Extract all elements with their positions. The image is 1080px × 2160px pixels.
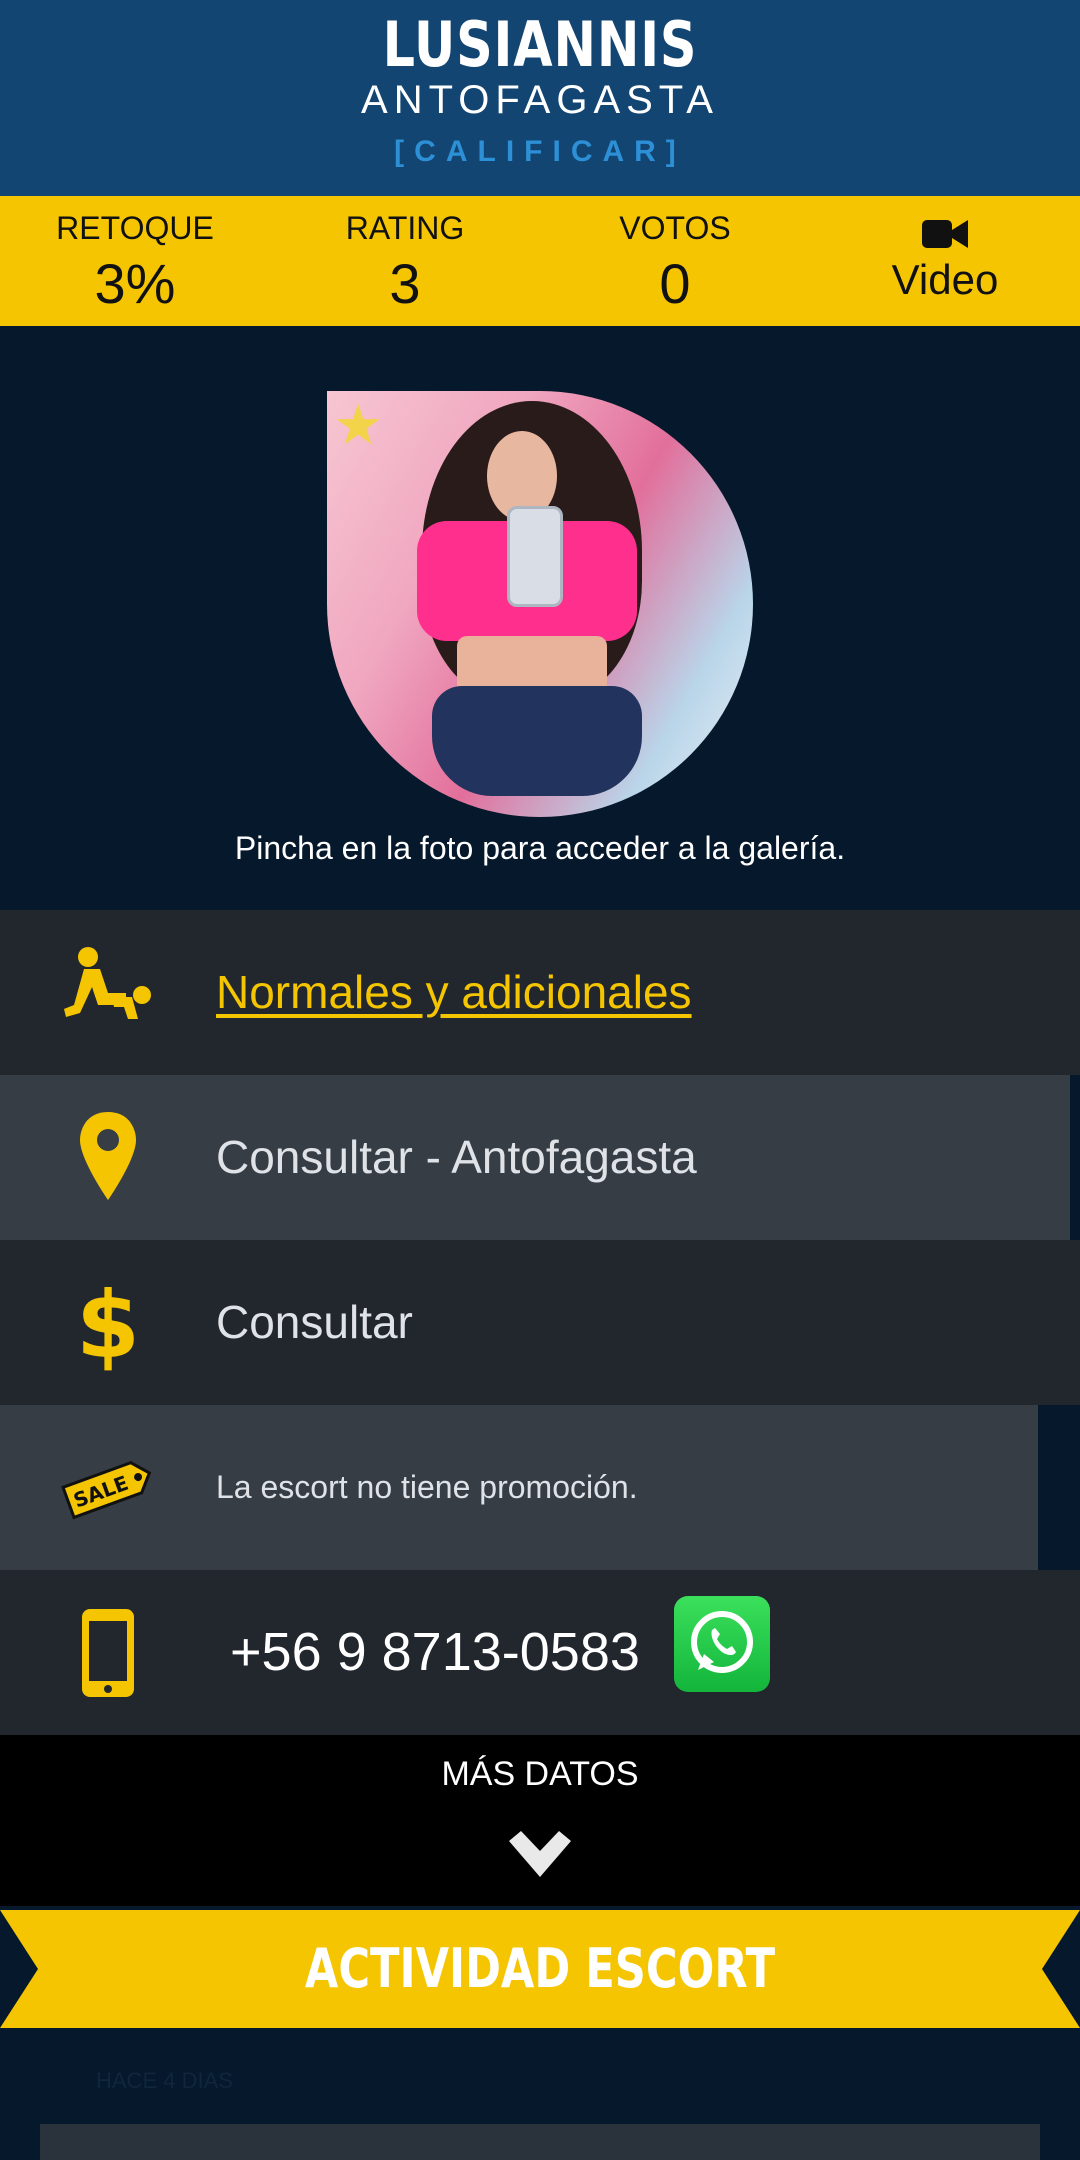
row-promotion: SALE La escort no tiene promoción.: [0, 1405, 1038, 1570]
activity-banner-title: ACTIVIDAD ESCORT: [304, 1937, 776, 2000]
votos-value: 0: [659, 252, 691, 315]
stats-bar: RETOQUE 3% RATING 3 VOTOS 0 Video: [0, 196, 1080, 326]
phone-number[interactable]: +56 9 8713-0583: [230, 1570, 640, 1735]
row-location: Consultar - Antofagasta: [0, 1075, 1070, 1240]
photo-caption: Pincha en la foto para acceder a la gale…: [234, 830, 846, 866]
row-phone: +56 9 8713-0583: [0, 1570, 1080, 1735]
dollar-icon: $: [76, 1273, 140, 1373]
promotion-text: La escort no tiene promoción.: [216, 1469, 638, 1505]
star-sticker-icon: ★: [333, 393, 384, 456]
video-camera-icon: [922, 220, 968, 248]
more-data-label: MÁS DATOS: [441, 1755, 639, 1793]
retoque-label: RETOQUE: [56, 210, 214, 246]
chevron-down-icon: [509, 1831, 571, 1877]
sale-tag-icon: SALE: [61, 1460, 152, 1519]
stat-votos: VOTOS 0: [540, 196, 810, 316]
retoque-value: 3%: [94, 252, 176, 315]
whatsapp-icon: [691, 1611, 753, 1673]
rating-label: RATING: [345, 210, 465, 246]
votos-label: VOTOS: [619, 210, 731, 246]
row-services: Normales y adicionales: [0, 910, 1080, 1075]
video-button[interactable]: Video: [810, 196, 1080, 304]
more-data-toggle[interactable]: MÁS DATOS: [0, 1735, 1080, 1906]
profile-photo[interactable]: ★: [327, 391, 753, 817]
rate-link[interactable]: [CALIFICAR]: [0, 135, 1080, 169]
video-label: Video: [891, 256, 999, 303]
services-icon: [64, 946, 151, 1019]
activity-card: [40, 2124, 1040, 2160]
activity-banner: ACTIVIDAD ESCORT: [0, 1910, 1080, 2028]
stat-retoque: RETOQUE 3%: [0, 196, 270, 316]
photo-section: ★ Pincha en la foto para acceder a la ga…: [0, 326, 1080, 910]
escort-name: LUSIANNIS: [382, 8, 698, 81]
price-text: Consultar: [216, 1296, 413, 1348]
location-text: Consultar - Antofagasta: [216, 1131, 697, 1183]
whatsapp-button[interactable]: [674, 1596, 770, 1692]
svg-text:$: $: [76, 1273, 140, 1373]
location-pin-icon: [80, 1111, 136, 1200]
row-price: $ Consultar: [0, 1240, 1080, 1405]
services-link[interactable]: Normales y adicionales: [216, 910, 692, 1075]
city-name: ANTOFAGASTA: [361, 78, 719, 122]
rating-value: 3: [389, 252, 421, 315]
mobile-phone-icon: [82, 1608, 134, 1697]
activity-time: HACE 4 DIAS: [96, 2068, 233, 2093]
profile-header: LUSIANNIS ANTOFAGASTA [CALIFICAR]: [0, 0, 1080, 196]
stat-rating: RATING 3: [270, 196, 540, 316]
